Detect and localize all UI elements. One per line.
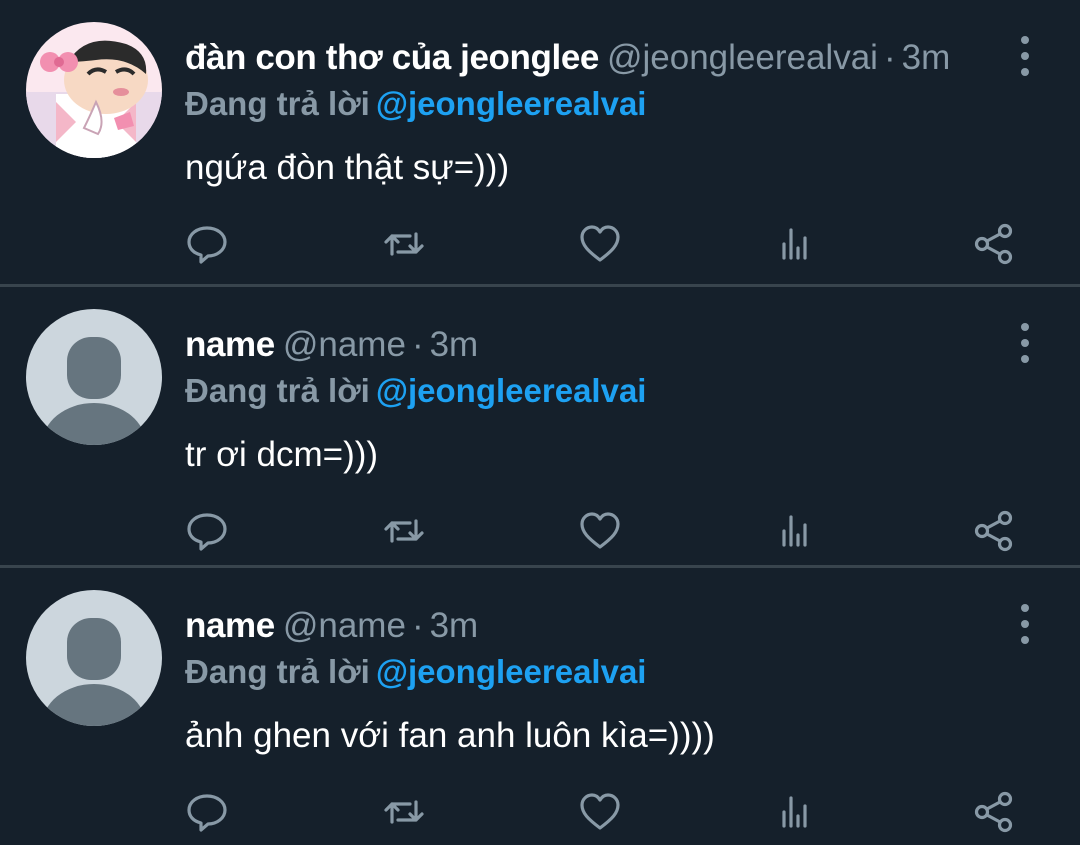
avatar[interactable] bbox=[26, 309, 162, 445]
display-name[interactable]: đàn con thơ của jeonglee bbox=[185, 38, 599, 77]
tweet[interactable]: đàn con thơ của jeonglee @jeongleerealvai… bbox=[0, 0, 1080, 282]
user-handle[interactable]: @name bbox=[283, 606, 406, 645]
timestamp[interactable]: 3m bbox=[902, 38, 951, 77]
reply-prefix: Đang trả lời bbox=[185, 372, 370, 409]
tweet-text: tr ơi dcm=))) bbox=[185, 435, 379, 474]
timestamp[interactable]: 3m bbox=[430, 606, 479, 645]
analytics-icon[interactable] bbox=[771, 218, 823, 270]
action-bar bbox=[0, 218, 1080, 270]
reply-prefix: Đang trả lời bbox=[185, 85, 370, 122]
more-options-icon[interactable] bbox=[1008, 604, 1042, 644]
separator: · bbox=[411, 606, 424, 645]
timestamp[interactable]: 3m bbox=[430, 325, 479, 364]
user-handle[interactable]: @jeongleerealvai bbox=[607, 38, 878, 77]
retweet-icon[interactable] bbox=[378, 505, 430, 557]
tweet[interactable]: name @name · 3m Đang trả lời @jeongleerealva… bbox=[0, 568, 1080, 845]
share-icon[interactable] bbox=[968, 218, 1020, 270]
display-name[interactable]: name bbox=[185, 325, 275, 364]
analytics-icon[interactable] bbox=[771, 505, 823, 557]
like-icon[interactable] bbox=[574, 218, 626, 270]
tweet-header: name @name · 3m bbox=[185, 602, 478, 650]
reply-to-link[interactable]: @jeongleerealvai bbox=[376, 85, 647, 122]
like-icon[interactable] bbox=[574, 786, 626, 838]
share-icon[interactable] bbox=[968, 786, 1020, 838]
reply-icon[interactable] bbox=[181, 505, 233, 557]
action-bar bbox=[0, 505, 1080, 557]
tweet-header: name @name · 3m bbox=[185, 321, 478, 369]
tweet[interactable]: name @name · 3m Đang trả lời @jeongleerealva… bbox=[0, 287, 1080, 569]
avatar[interactable] bbox=[26, 590, 162, 726]
reply-context: Đang trả lời @jeongleerealvai bbox=[185, 650, 646, 694]
reply-prefix: Đang trả lời bbox=[185, 653, 370, 690]
reply-icon[interactable] bbox=[181, 218, 233, 270]
reply-feed: đàn con thơ của jeonglee @jeongleerealvai… bbox=[0, 0, 1080, 845]
reply-context: Đang trả lời @jeongleerealvai bbox=[185, 369, 646, 413]
share-icon[interactable] bbox=[968, 505, 1020, 557]
default-avatar-image bbox=[26, 590, 162, 726]
default-avatar-image bbox=[26, 309, 162, 445]
tweet-text: ngứa đòn thật sự=))) bbox=[185, 148, 510, 187]
retweet-icon[interactable] bbox=[378, 786, 430, 838]
separator: · bbox=[883, 38, 896, 77]
action-bar bbox=[0, 786, 1080, 838]
tweet-header: đàn con thơ của jeonglee @jeongleerealvai… bbox=[185, 34, 950, 82]
display-name[interactable]: name bbox=[185, 606, 275, 645]
user-handle[interactable]: @name bbox=[283, 325, 406, 364]
more-options-icon[interactable] bbox=[1008, 36, 1042, 76]
like-icon[interactable] bbox=[574, 505, 626, 557]
reply-context: Đang trả lời @jeongleerealvai bbox=[185, 82, 646, 126]
reply-to-link[interactable]: @jeongleerealvai bbox=[376, 653, 647, 690]
reply-icon[interactable] bbox=[181, 786, 233, 838]
avatar[interactable] bbox=[26, 22, 162, 158]
tweet-text: ảnh ghen với fan anh luôn kìa=)))) bbox=[185, 716, 715, 755]
analytics-icon[interactable] bbox=[771, 786, 823, 838]
separator: · bbox=[411, 325, 424, 364]
cartoon-avatar-image bbox=[26, 22, 162, 158]
more-options-icon[interactable] bbox=[1008, 323, 1042, 363]
reply-to-link[interactable]: @jeongleerealvai bbox=[376, 372, 647, 409]
retweet-icon[interactable] bbox=[378, 218, 430, 270]
